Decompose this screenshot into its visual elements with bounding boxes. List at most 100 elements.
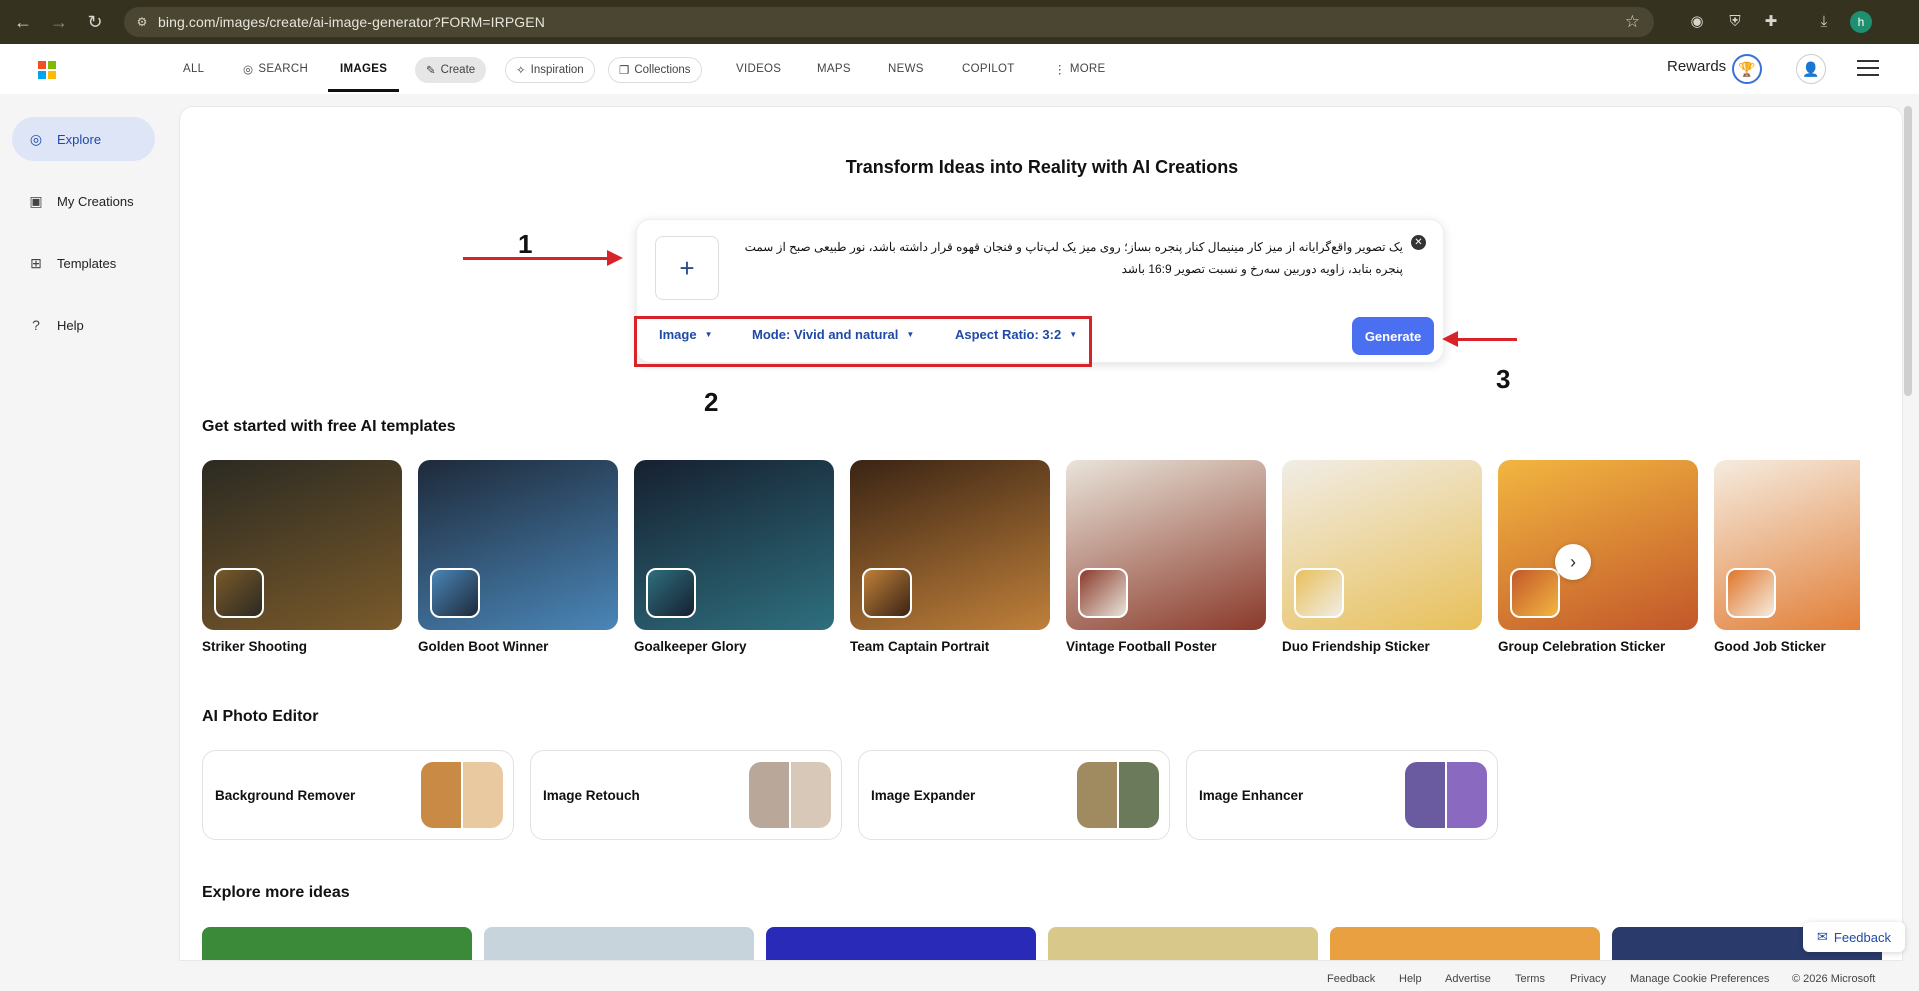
tab-search[interactable]: ◎ SEARCH	[243, 44, 308, 94]
templates-carousel: Striker Shooting Golden Boot Winner Goalke…	[180, 107, 1860, 667]
thumbnail-after	[461, 762, 503, 828]
chevron-right-icon[interactable]: ›	[1555, 544, 1591, 580]
template-thumbnail[interactable]	[634, 460, 834, 630]
footer-link-feedback[interactable]: Feedback	[1327, 973, 1375, 985]
explore-idea-card[interactable]	[484, 927, 754, 960]
thumbnail-after	[1445, 762, 1487, 828]
tab-copilot[interactable]: COPILOT	[962, 44, 1015, 94]
tab-collections[interactable]: ❐ Collections	[608, 57, 702, 83]
feedback-label: Feedback	[1833, 929, 1891, 945]
profile-avatar[interactable]: h	[1850, 11, 1872, 33]
tab-inspiration[interactable]: ✧ Inspiration	[505, 57, 595, 83]
search-tab-icon: ◎	[243, 64, 254, 76]
template-thumbnail[interactable]	[850, 460, 1050, 630]
template-thumbnail[interactable]	[1282, 460, 1482, 630]
user-account-icon[interactable]: 👤	[1796, 54, 1826, 84]
template-card[interactable]: Vintage Football Poster	[1066, 460, 1266, 654]
template-card[interactable]: Group Celebration Sticker	[1498, 460, 1698, 654]
help-icon: ?	[32, 317, 40, 333]
browser-toolbar: ← → ↻ ⚙ bing.com/images/create/ai-image-…	[0, 0, 1919, 44]
template-label: Good Job Sticker	[1714, 639, 1826, 654]
photo-editor-tool-card[interactable]: Image Enhancer	[1186, 750, 1498, 840]
sidebar-item-templates[interactable]: ⊞ Templates	[12, 241, 155, 285]
template-thumbnail[interactable]	[1714, 460, 1860, 630]
photo-editor-tool-card[interactable]: Image Retouch	[530, 750, 842, 840]
template-card[interactable]: Duo Friendship Sticker	[1282, 460, 1482, 654]
tab-videos[interactable]: VIDEOS	[736, 44, 781, 94]
footer-link-privacy[interactable]: Privacy	[1570, 973, 1606, 985]
url-text[interactable]: bing.com/images/create/ai-image-generato…	[158, 14, 545, 30]
main-content: Transform Ideas into Reality with AI Cre…	[179, 106, 1903, 961]
tab-images[interactable]: IMAGES	[328, 44, 400, 94]
page-scrollbar[interactable]	[1904, 106, 1912, 396]
tab-create[interactable]: ✎ Create	[415, 57, 487, 83]
tab-collections-label: Collections	[634, 64, 691, 76]
site-info-icon[interactable]: ⚙	[134, 14, 150, 30]
thumbnail-after	[1117, 762, 1159, 828]
extension-icon[interactable]: ◉	[1686, 10, 1708, 32]
footer-copyright: © 2026 Microsoft	[1792, 973, 1876, 985]
thumbnail-after	[789, 762, 831, 828]
rewards-trophy-icon[interactable]: 🏆	[1732, 54, 1762, 84]
thumbnail-before	[1077, 762, 1117, 828]
inspiration-icon: ✧	[516, 65, 526, 77]
explore-idea-card[interactable]	[202, 927, 472, 960]
photo-editor-section-title: AI Photo Editor	[202, 708, 319, 725]
bookmark-star-icon[interactable]: ☆	[1625, 12, 1640, 32]
thumbnail-before	[421, 762, 461, 828]
tab-all[interactable]: ALL	[183, 44, 204, 94]
tool-label: Image Retouch	[543, 788, 640, 803]
template-face-avatar	[430, 568, 480, 618]
bing-top-nav: ALL ◎ SEARCH IMAGES ✎ Create ✧ Inspirati…	[0, 44, 1919, 94]
address-bar[interactable]: ⚙ bing.com/images/create/ai-image-genera…	[124, 7, 1654, 37]
back-icon[interactable]: ←	[10, 9, 36, 35]
template-label: Group Celebration Sticker	[1498, 639, 1666, 654]
photo-editor-tool-card[interactable]: Background Remover	[202, 750, 514, 840]
explore-idea-card[interactable]	[766, 927, 1036, 960]
template-card[interactable]: Team Captain Portrait	[850, 460, 1050, 654]
tab-more[interactable]: ⋮ MORE	[1054, 44, 1106, 94]
rewards-link[interactable]: Rewards	[1667, 58, 1726, 75]
sidebar-item-my-creations[interactable]: ▣ My Creations	[12, 179, 155, 223]
footer: Feedback Help Advertise Terms Privacy Ma…	[0, 961, 1919, 991]
template-face-avatar	[214, 568, 264, 618]
shield-icon[interactable]: ⛨	[1724, 10, 1746, 32]
tab-create-label: Create	[440, 64, 476, 76]
download-icon[interactable]: ⤓	[1813, 10, 1835, 32]
template-thumbnail[interactable]	[1066, 460, 1266, 630]
forward-icon[interactable]: →	[46, 9, 72, 35]
template-face-avatar	[1294, 568, 1344, 618]
template-card[interactable]: Striker Shooting	[202, 460, 402, 654]
photo-editor-tool-card[interactable]: Image Expander	[858, 750, 1170, 840]
reload-icon[interactable]: ↻	[82, 9, 108, 35]
microsoft-logo[interactable]	[38, 61, 56, 79]
template-card[interactable]: Goalkeeper Glory	[634, 460, 834, 654]
feedback-button[interactable]: ✉ Feedback	[1803, 922, 1905, 952]
thumbnail-before	[749, 762, 789, 828]
sidebar-item-help[interactable]: ? Help	[12, 303, 155, 347]
hamburger-menu-icon[interactable]	[1857, 60, 1879, 76]
tab-news[interactable]: NEWS	[888, 44, 924, 94]
tool-thumbnail	[1405, 762, 1487, 828]
template-card[interactable]: Good Job Sticker	[1714, 460, 1860, 654]
template-thumbnail[interactable]	[418, 460, 618, 630]
footer-link-terms[interactable]: Terms	[1515, 973, 1545, 985]
footer-link-cookies[interactable]: Manage Cookie Preferences	[1630, 973, 1769, 985]
explore-idea-card[interactable]	[1048, 927, 1318, 960]
template-face-avatar	[1510, 568, 1560, 618]
explore-idea-card[interactable]	[1330, 927, 1600, 960]
sidebar-item-explore[interactable]: ◎ Explore	[12, 117, 155, 161]
sidebar-item-label: Templates	[57, 255, 117, 271]
footer-link-help[interactable]: Help	[1399, 973, 1422, 985]
tool-label: Image Expander	[871, 788, 976, 803]
template-thumbnail[interactable]	[202, 460, 402, 630]
template-card[interactable]: Golden Boot Winner	[418, 460, 618, 654]
template-label: Goalkeeper Glory	[634, 639, 747, 654]
template-thumbnail[interactable]	[1498, 460, 1698, 630]
template-face-avatar	[1726, 568, 1776, 618]
thumbnail-before	[1405, 762, 1445, 828]
puzzle-icon[interactable]: ✚	[1760, 10, 1782, 32]
footer-link-advertise[interactable]: Advertise	[1445, 973, 1491, 985]
tab-maps[interactable]: MAPS	[817, 44, 851, 94]
tool-thumbnail	[421, 762, 503, 828]
